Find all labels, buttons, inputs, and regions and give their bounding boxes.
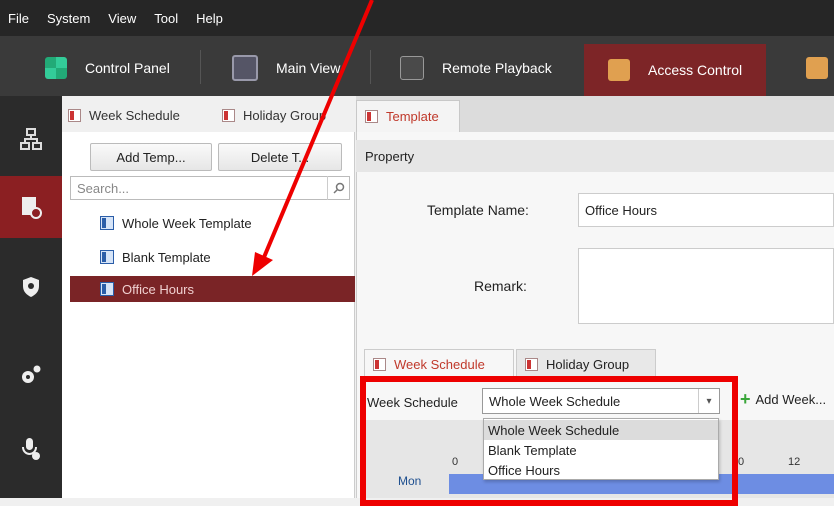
template-icon xyxy=(100,216,114,230)
template-item-whole-week[interactable]: Whole Week Template xyxy=(70,210,355,236)
access-control-nav-icon[interactable] xyxy=(0,176,62,238)
template-tab-icon xyxy=(365,110,378,123)
door-icon xyxy=(608,59,630,81)
search-input[interactable]: Search... xyxy=(70,176,350,200)
template-item-blank[interactable]: Blank Template xyxy=(70,244,355,270)
remark-label: Remark: xyxy=(474,278,527,294)
left-nav xyxy=(0,96,62,498)
template-item-label: Whole Week Template xyxy=(122,215,252,231)
add-week-button[interactable]: + Add Week... xyxy=(740,389,826,410)
grid-icon xyxy=(45,57,67,79)
search-icon[interactable] xyxy=(327,176,350,200)
template-name-field[interactable]: Office Hours xyxy=(578,193,834,227)
tick-label: 0 xyxy=(738,456,745,468)
shield-icon[interactable] xyxy=(0,256,62,318)
network-icon[interactable] xyxy=(0,108,62,170)
module-control-panel[interactable]: Control Panel xyxy=(45,50,170,86)
monitor-icon xyxy=(232,55,258,81)
module-remote-playback[interactable]: Remote Playback xyxy=(400,50,552,86)
add-week-label: Add Week... xyxy=(755,392,827,407)
plus-icon: + xyxy=(740,389,751,409)
sub-tab-holiday-group[interactable]: Holiday Group xyxy=(516,349,656,379)
gear-icon[interactable] xyxy=(0,344,62,406)
menu-bar: File System View Tool Help xyxy=(0,0,834,36)
sub-tab-week-schedule-label: Week Schedule xyxy=(394,357,485,372)
module-main-view-label: Main View xyxy=(276,60,341,76)
template-name-label: Template Name: xyxy=(427,202,529,218)
module-main-view[interactable]: Main View xyxy=(232,50,340,86)
tick-label: 12 xyxy=(788,456,801,468)
menu-help[interactable]: Help xyxy=(196,11,223,26)
tab-week-schedule-label: Week Schedule xyxy=(89,107,180,123)
microphone-icon[interactable] xyxy=(0,418,62,480)
module-separator xyxy=(370,50,371,84)
tab-holiday-group[interactable]: Holiday Group xyxy=(222,101,326,129)
module-control-panel-label: Control Panel xyxy=(85,60,170,76)
module-next[interactable] xyxy=(806,50,834,86)
menu-file[interactable]: File xyxy=(8,11,29,26)
menu-view[interactable]: View xyxy=(108,11,136,26)
template-item-label: Blank Template xyxy=(122,249,211,265)
template-item-office-hours[interactable]: Office Hours xyxy=(70,276,355,302)
calendar-icon xyxy=(373,358,386,371)
add-template-button[interactable]: Add Temp... xyxy=(90,143,212,171)
tab-template-label: Template xyxy=(386,109,439,124)
template-item-label: Office Hours xyxy=(122,281,195,297)
remark-field[interactable] xyxy=(578,248,834,324)
module-tab-bar: Control Panel Main View Remote Playback … xyxy=(0,36,834,96)
module-remote-playback-label: Remote Playback xyxy=(442,60,552,76)
door-settings-icon xyxy=(806,57,828,79)
calendar-icon xyxy=(222,108,235,122)
menu-tool[interactable]: Tool xyxy=(154,11,178,26)
delete-template-button[interactable]: Delete T... xyxy=(218,143,342,171)
tab-holiday-group-label: Holiday Group xyxy=(243,107,327,123)
template-icon xyxy=(100,250,114,264)
sub-tab-week-schedule[interactable]: Week Schedule xyxy=(364,349,514,379)
tab-week-schedule[interactable]: Week Schedule xyxy=(68,101,180,129)
playback-icon xyxy=(400,56,424,80)
module-access-control-label: Access Control xyxy=(648,62,743,78)
annotation-highlight-box xyxy=(360,376,738,506)
tab-template[interactable]: Template xyxy=(356,100,460,132)
menu-system[interactable]: System xyxy=(47,11,90,26)
calendar-icon xyxy=(68,108,81,122)
module-access-control[interactable]: Access Control xyxy=(584,44,767,96)
module-separator xyxy=(200,50,201,84)
template-icon xyxy=(100,282,114,296)
property-header: Property xyxy=(356,140,834,172)
sub-tab-holiday-group-label: Holiday Group xyxy=(546,357,630,372)
calendar-icon xyxy=(525,358,538,371)
